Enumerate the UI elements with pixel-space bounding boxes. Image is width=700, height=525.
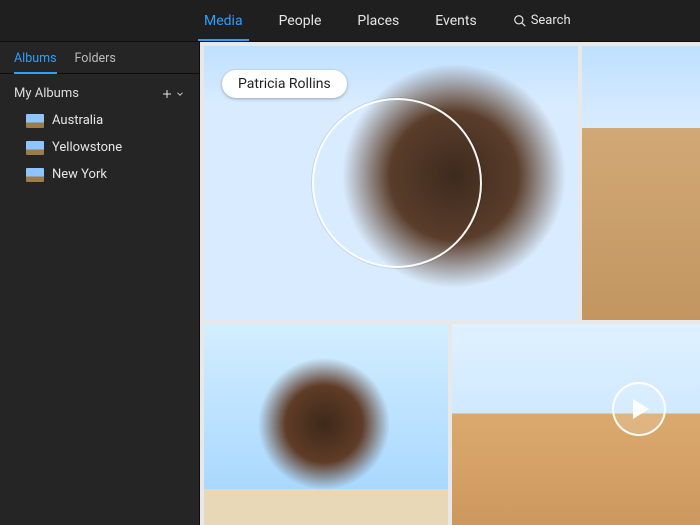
tab-people[interactable]: People bbox=[261, 0, 340, 41]
sidebar-tab-folders[interactable]: Folders bbox=[75, 51, 116, 73]
album-list: Australia Yellowstone New York bbox=[0, 105, 199, 190]
album-label: Australia bbox=[52, 113, 103, 128]
add-album-button[interactable] bbox=[161, 88, 185, 100]
tab-events[interactable]: Events bbox=[417, 0, 494, 41]
album-label: New York bbox=[52, 167, 107, 182]
face-detection-circle[interactable] bbox=[312, 98, 482, 268]
sidebar: Albums Folders My Albums Australia Yello… bbox=[0, 42, 200, 525]
album-item[interactable]: Australia bbox=[0, 107, 199, 134]
photo-tile-1[interactable]: Patricia Rollins bbox=[204, 46, 578, 320]
search-label: Search bbox=[531, 13, 571, 28]
album-thumb-icon bbox=[26, 114, 44, 128]
play-icon bbox=[633, 399, 649, 419]
search-button[interactable]: Search bbox=[495, 13, 589, 28]
album-item[interactable]: Yellowstone bbox=[0, 134, 199, 161]
photo-tile-2[interactable] bbox=[582, 46, 700, 320]
play-button[interactable] bbox=[612, 382, 666, 436]
album-thumb-icon bbox=[26, 168, 44, 182]
video-tile-4[interactable] bbox=[452, 324, 700, 525]
album-item[interactable]: New York bbox=[0, 161, 199, 188]
top-nav: Media People Places Events Search bbox=[0, 0, 700, 42]
tab-media[interactable]: Media bbox=[186, 0, 261, 41]
media-grid: Patricia Rollins bbox=[200, 42, 700, 525]
chevron-down-icon bbox=[175, 89, 185, 99]
sidebar-tab-albums[interactable]: Albums bbox=[14, 51, 57, 73]
photo-tile-3[interactable] bbox=[204, 324, 448, 525]
album-label: Yellowstone bbox=[52, 140, 122, 155]
albums-header: My Albums bbox=[14, 86, 79, 101]
tab-places[interactable]: Places bbox=[339, 0, 417, 41]
album-thumb-icon bbox=[26, 141, 44, 155]
face-tag-pill[interactable]: Patricia Rollins bbox=[222, 70, 347, 98]
plus-icon bbox=[161, 88, 173, 100]
search-icon bbox=[513, 14, 527, 28]
sidebar-tabs: Albums Folders bbox=[0, 42, 199, 74]
